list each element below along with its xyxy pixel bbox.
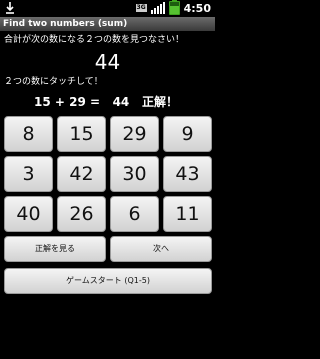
status-clock: 4:50 xyxy=(183,1,211,15)
start-game-button[interactable]: ゲームスタート (Q1-5) xyxy=(4,268,212,294)
app-title-bar: Find two numbers (sum) xyxy=(0,17,215,31)
number-button[interactable]: 29 xyxy=(110,116,159,152)
number-button[interactable]: 6 xyxy=(110,196,159,232)
target-sum: 44 xyxy=(94,50,121,74)
number-button[interactable]: 26 xyxy=(57,196,106,232)
number-button[interactable]: 40 xyxy=(4,196,53,232)
next-button[interactable]: 次へ xyxy=(110,236,212,262)
number-button[interactable]: 30 xyxy=(110,156,159,192)
number-button[interactable]: 8 xyxy=(4,116,53,152)
number-button[interactable]: 3 xyxy=(4,156,53,192)
result-message: 正解！ xyxy=(142,95,179,109)
touch-prompt: ２つの数にタッチして！ xyxy=(4,77,103,87)
instruction-text: 合計が次の数になる２つの数を見つなさい！ xyxy=(4,35,185,45)
number-button[interactable]: 42 xyxy=(57,156,106,192)
download-icon xyxy=(6,2,14,14)
signal-icon xyxy=(150,2,165,14)
status-icons: 3G 4:50 xyxy=(135,0,211,15)
status-bar: 3G 4:50 xyxy=(0,0,215,16)
number-button[interactable]: 9 xyxy=(163,116,212,152)
network-type-badge: 3G xyxy=(135,4,147,12)
number-button[interactable]: 11 xyxy=(163,196,212,232)
battery-icon xyxy=(168,0,180,15)
show-answer-button[interactable]: 正解を見る xyxy=(4,236,106,262)
number-button[interactable]: 43 xyxy=(163,156,212,192)
answer-equation: 15 + 29 = 44 xyxy=(34,95,130,109)
number-button[interactable]: 15 xyxy=(57,116,106,152)
